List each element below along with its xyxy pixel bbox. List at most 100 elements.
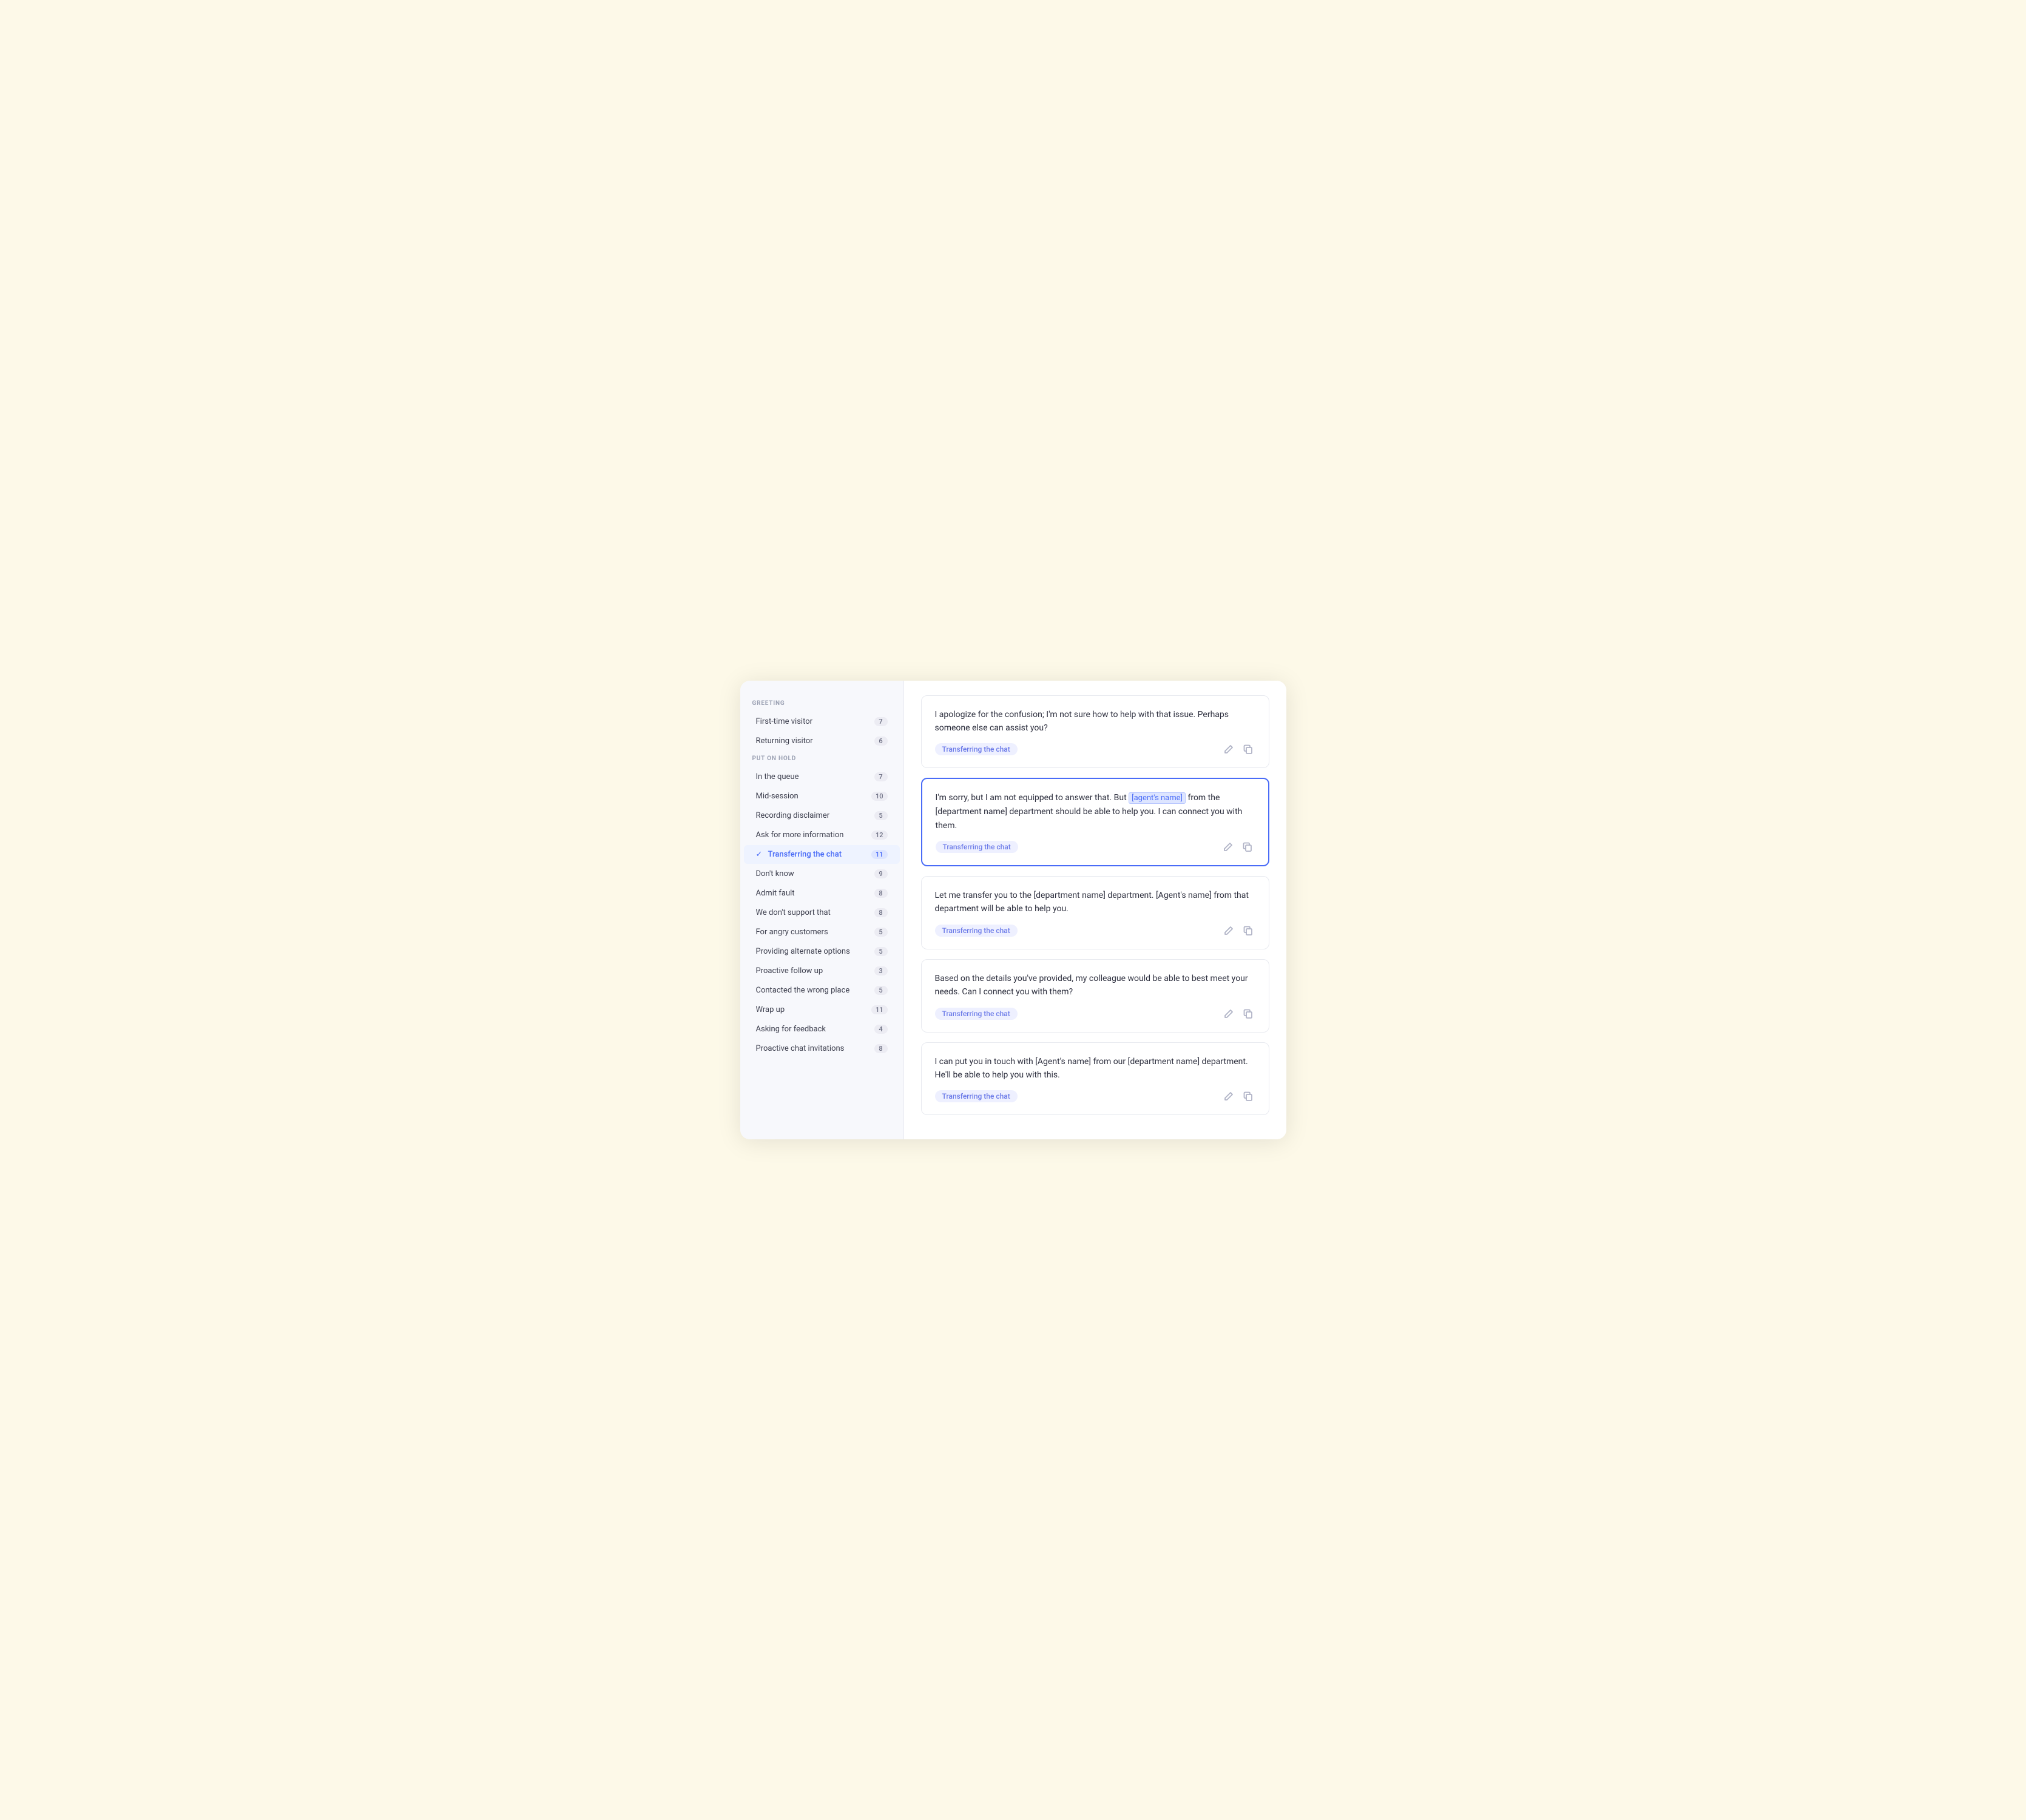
sidebar-item-label: Wrap up	[756, 1005, 785, 1014]
edit-icon	[1224, 1091, 1234, 1101]
card-actions	[1221, 925, 1255, 937]
sidebar-item-label: Returning visitor	[756, 736, 813, 746]
category-badge: Transferring the chat	[935, 1008, 1018, 1020]
sidebar-item-left: First-time visitor	[756, 717, 813, 726]
sidebar-item-left: Admit fault	[756, 889, 795, 898]
sidebar-item-left: For angry customers	[756, 928, 828, 937]
sidebar-item-ask-for-more-information[interactable]: Ask for more information 12	[744, 826, 900, 844]
card-actions	[1221, 1008, 1255, 1020]
app-container: GREETINGFirst-time visitor7Returning vis…	[740, 681, 1286, 1140]
sidebar-item-label: Asking for feedback	[756, 1025, 826, 1034]
sidebar-item-label: Admit fault	[756, 889, 795, 898]
sidebar-item-dont-know[interactable]: Don't know 9	[744, 864, 900, 883]
sidebar-item-label: Proactive chat invitations	[756, 1044, 845, 1053]
sidebar-item-left: In the queue	[756, 772, 799, 781]
sidebar-item-badge: 8	[874, 908, 888, 917]
sidebar-item-badge: 6	[874, 736, 888, 746]
card-footer: Transferring the chat	[935, 743, 1255, 755]
sidebar-item-badge: 11	[871, 1005, 888, 1014]
sidebar-item-wrap-up[interactable]: Wrap up 11	[744, 1000, 900, 1019]
edit-button[interactable]	[1221, 743, 1236, 755]
edit-icon	[1223, 842, 1233, 852]
copy-button[interactable]	[1241, 743, 1255, 755]
sidebar-item-label: In the queue	[756, 772, 799, 781]
sidebar-item-badge: 5	[874, 928, 888, 937]
sidebar-item-label: First-time visitor	[756, 717, 813, 726]
sidebar-item-badge: 7	[874, 772, 888, 781]
response-text: I'm sorry, but I am not equipped to answ…	[936, 791, 1255, 832]
sidebar-item-label: Ask for more information	[756, 831, 844, 840]
sidebar-item-admit-fault[interactable]: Admit fault8	[744, 884, 900, 903]
sidebar-item-label: Don't know	[756, 869, 794, 878]
sidebar-item-badge: 4	[874, 1025, 888, 1034]
sidebar-item-badge: 12	[871, 831, 888, 840]
copy-icon	[1243, 1009, 1253, 1019]
sidebar-item-asking-for-feedback[interactable]: Asking for feedback 4	[744, 1020, 900, 1039]
category-badge: Transferring the chat	[935, 1090, 1018, 1102]
edit-button[interactable]	[1221, 1090, 1236, 1102]
copy-icon	[1243, 926, 1253, 935]
sidebar-item-we-dont-support-that[interactable]: We don't support that 8	[744, 903, 900, 922]
sidebar-item-left: Returning visitor	[756, 736, 813, 746]
edit-button[interactable]	[1221, 841, 1235, 853]
sidebar-item-label: We don't support that	[756, 908, 831, 917]
edit-button[interactable]	[1221, 1008, 1236, 1020]
sidebar-item-label: For angry customers	[756, 928, 828, 937]
sidebar-item-left: Don't know	[756, 869, 794, 878]
copy-icon	[1243, 744, 1253, 754]
copy-button[interactable]	[1240, 841, 1255, 853]
sidebar-item-in-the-queue[interactable]: In the queue 7	[744, 767, 900, 786]
category-badge: Transferring the chat	[935, 743, 1018, 755]
copy-icon	[1243, 1091, 1253, 1101]
sidebar-item-contacted-the-wrong-place[interactable]: Contacted the wrong place5	[744, 981, 900, 1000]
copy-icon	[1243, 842, 1252, 852]
response-card-resp-1: I apologize for the confusion; I'm not s…	[921, 695, 1269, 769]
response-card-resp-2: I'm sorry, but I am not equipped to answ…	[921, 778, 1269, 866]
sidebar-section-label: GREETING	[740, 700, 903, 712]
sidebar-item-badge: 5	[874, 811, 888, 820]
sidebar-item-label: Contacted the wrong place	[756, 986, 850, 995]
sidebar-item-label: Mid-session	[756, 792, 799, 801]
sidebar-item-left: Mid-session	[756, 792, 799, 801]
sidebar-item-proactive-follow-up[interactable]: Proactive follow up 3	[744, 962, 900, 980]
main-content: I apologize for the confusion; I'm not s…	[904, 681, 1286, 1140]
sidebar-item-left: Asking for feedback	[756, 1025, 826, 1034]
sidebar-item-badge: 10	[871, 792, 888, 801]
response-card-resp-3: Let me transfer you to the [department n…	[921, 876, 1269, 949]
sidebar-item-transferring-the-chat[interactable]: ✓Transferring the chat11	[744, 845, 900, 864]
sidebar-item-badge: 9	[874, 869, 888, 878]
copy-button[interactable]	[1241, 925, 1255, 937]
sidebar-item-mid-session[interactable]: Mid-session 10	[744, 787, 900, 806]
checkmark-icon: ✓	[756, 850, 765, 859]
edit-icon	[1224, 744, 1234, 754]
sidebar-item-label: Providing alternate options	[756, 947, 850, 956]
sidebar-item-left: Proactive chat invitations	[756, 1044, 845, 1053]
card-actions	[1221, 743, 1255, 755]
card-footer: Transferring the chat	[935, 1008, 1255, 1020]
card-actions	[1221, 1090, 1255, 1102]
card-footer: Transferring the chat	[935, 1090, 1255, 1102]
response-text: I apologize for the confusion; I'm not s…	[935, 708, 1255, 735]
edit-icon	[1224, 1009, 1234, 1019]
sidebar-item-proactive-chat-invitations[interactable]: Proactive chat invitations8	[744, 1039, 900, 1058]
sidebar-item-badge: 3	[874, 966, 888, 976]
sidebar-item-for-angry-customers[interactable]: For angry customers 5	[744, 923, 900, 942]
sidebar-item-left: Ask for more information	[756, 831, 844, 840]
sidebar-item-first-time-visitor[interactable]: First-time visitor7	[744, 712, 900, 731]
copy-button[interactable]	[1241, 1008, 1255, 1020]
sidebar-item-providing-alternate-options[interactable]: Providing alternate options5	[744, 942, 900, 961]
sidebar-item-returning-visitor[interactable]: Returning visitor 6	[744, 732, 900, 750]
sidebar: GREETINGFirst-time visitor7Returning vis…	[740, 681, 904, 1140]
sidebar-item-left: Providing alternate options	[756, 947, 850, 956]
sidebar-item-left: Proactive follow up	[756, 966, 823, 976]
sidebar-item-left: Recording disclaimer	[756, 811, 830, 820]
edit-button[interactable]	[1221, 925, 1236, 937]
card-actions	[1221, 841, 1255, 853]
sidebar-item-left: ✓Transferring the chat	[756, 850, 842, 859]
sidebar-section-label: PUT ON HOLD	[740, 755, 903, 767]
sidebar-item-label: Recording disclaimer	[756, 811, 830, 820]
sidebar-item-left: Wrap up	[756, 1005, 785, 1014]
response-text: Based on the details you've provided, my…	[935, 972, 1255, 999]
copy-button[interactable]	[1241, 1090, 1255, 1102]
sidebar-item-recording-disclaimer[interactable]: Recording disclaimer 5	[744, 806, 900, 825]
